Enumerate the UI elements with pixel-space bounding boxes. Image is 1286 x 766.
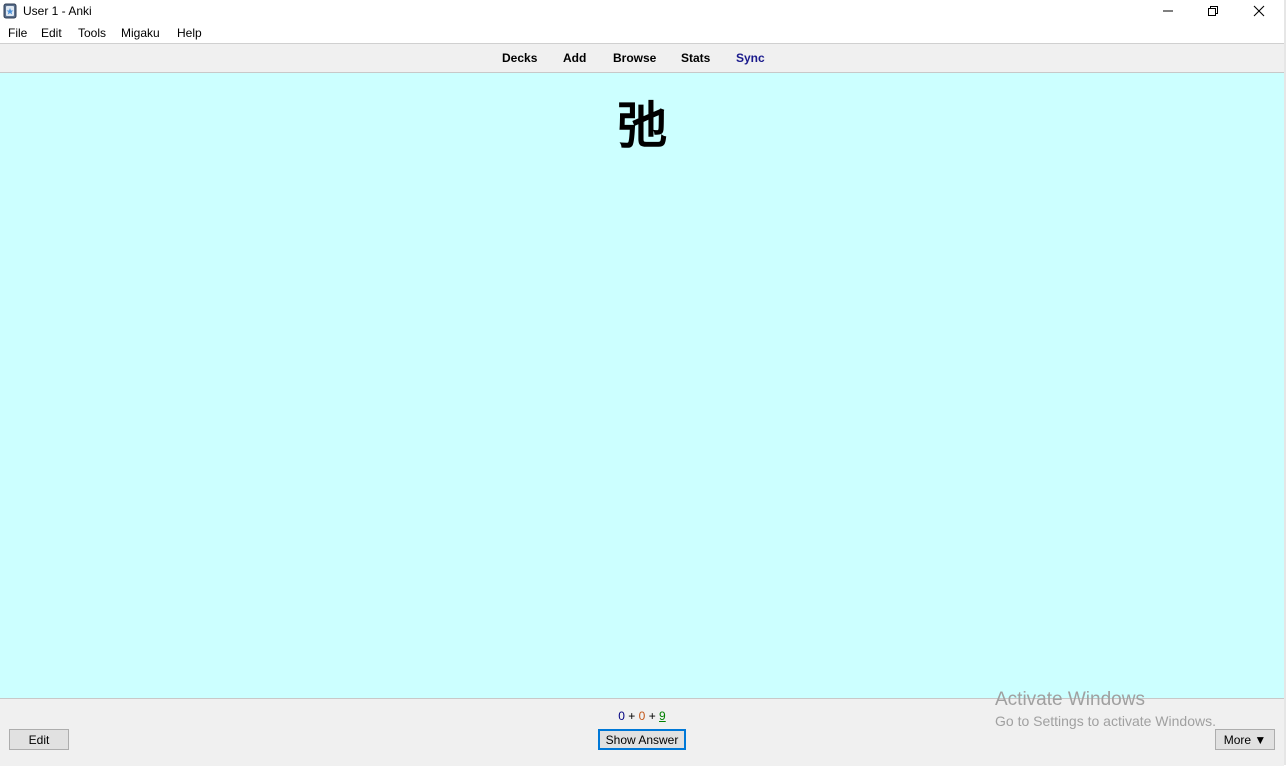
menu-file[interactable]: File <box>8 26 27 40</box>
toolbar-sync-link[interactable]: Sync <box>736 51 765 65</box>
watermark-subtitle: Go to Settings to activate Windows. <box>995 713 1216 729</box>
menu-edit[interactable]: Edit <box>41 26 62 40</box>
activate-windows-watermark: Activate Windows Go to Settings to activ… <box>995 689 1216 729</box>
count-separator: + <box>628 709 636 723</box>
learning-count: 0 <box>638 709 646 723</box>
more-button[interactable]: More ▼ <box>1215 729 1275 750</box>
main-toolbar: Decks Add Browse Stats Sync <box>0 44 1284 73</box>
title-bar: User 1 - Anki <box>0 0 1286 23</box>
close-icon <box>1253 5 1265 17</box>
edit-button[interactable]: Edit <box>9 729 69 750</box>
minimize-button[interactable] <box>1145 0 1191 22</box>
toolbar-browse-link[interactable]: Browse <box>613 51 656 65</box>
toolbar-add-link[interactable]: Add <box>563 51 586 65</box>
review-count: 9 <box>659 709 666 723</box>
card-front-text: 弛 <box>617 97 667 155</box>
new-count: 0 <box>618 709 625 723</box>
restore-button[interactable] <box>1190 0 1236 22</box>
anki-app-icon <box>3 3 17 19</box>
menu-bar: File Edit Tools Migaku Help <box>0 23 1286 44</box>
menu-migaku[interactable]: Migaku <box>121 26 160 40</box>
watermark-title: Activate Windows <box>995 689 1145 710</box>
restore-icon <box>1208 6 1218 16</box>
menu-help[interactable]: Help <box>177 26 202 40</box>
toolbar-decks-link[interactable]: Decks <box>502 51 537 65</box>
minimize-icon <box>1163 10 1173 12</box>
count-separator: + <box>648 709 656 723</box>
close-button[interactable] <box>1236 0 1282 22</box>
card-review-area: 弛 <box>0 73 1284 698</box>
menu-tools[interactable]: Tools <box>78 26 106 40</box>
toolbar-stats-link[interactable]: Stats <box>681 51 710 65</box>
show-answer-button[interactable]: Show Answer <box>598 729 686 750</box>
window-title: User 1 - Anki <box>23 4 92 18</box>
